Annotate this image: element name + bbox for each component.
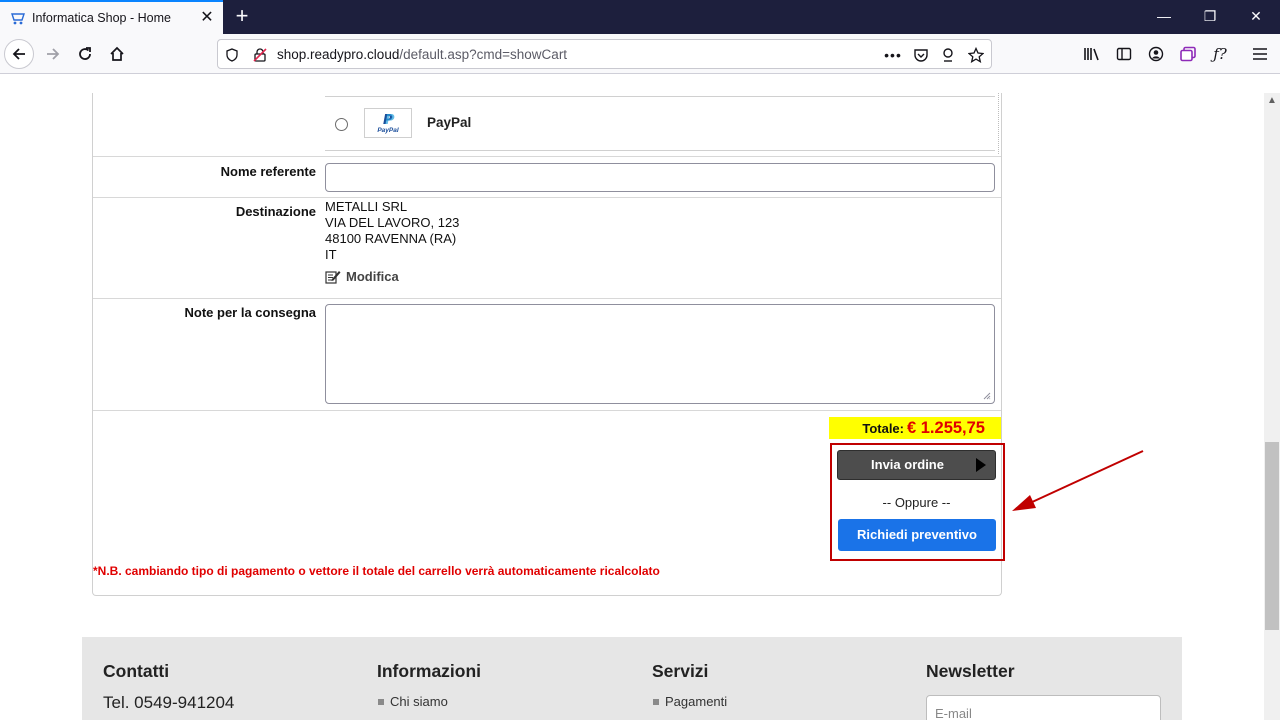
site-footer: Contatti Tel. 0549-941204 Informazioni C…	[82, 637, 1182, 720]
containers-icon[interactable]	[1178, 44, 1198, 64]
sidebar-icon[interactable]	[1114, 44, 1134, 64]
function-extension-icon[interactable]: ƒ?	[1210, 44, 1230, 64]
servizi-title: Servizi	[652, 661, 709, 681]
home-button[interactable]	[102, 39, 132, 69]
pocket-icon[interactable]	[912, 46, 930, 64]
page-actions-icon[interactable]: •••	[884, 46, 902, 64]
url-text: shop.readypro.cloud/default.asp?cmd=show…	[277, 47, 568, 62]
informazioni-title: Informazioni	[377, 661, 482, 681]
navigation-toolbar: shop.readypro.cloud/default.asp?cmd=show…	[0, 34, 1280, 74]
newsletter-email-input[interactable]: E-mail	[926, 695, 1161, 720]
minimize-icon[interactable]: —	[1141, 0, 1187, 34]
hamburger-menu-icon[interactable]	[1250, 44, 1270, 64]
close-tab-icon[interactable]: ✕	[198, 9, 216, 27]
back-button[interactable]	[4, 39, 34, 69]
shop-favicon-icon	[11, 13, 25, 25]
insecure-lock-icon[interactable]	[251, 46, 269, 64]
forward-button[interactable]	[38, 39, 68, 69]
reload-button[interactable]	[70, 39, 100, 69]
bullet-icon	[378, 698, 384, 705]
home-icon	[110, 46, 124, 61]
scrollbar-thumb[interactable]	[1265, 442, 1279, 630]
chi-siamo-link[interactable]: Chi siamo	[378, 694, 448, 709]
account-icon[interactable]	[1146, 44, 1166, 64]
active-tab[interactable]: Informatica Shop - Home ✕	[0, 0, 223, 34]
new-tab-button[interactable]: +	[231, 5, 253, 27]
page-viewport: PP PayPal PayPal Nome referente Destinaz…	[0, 93, 1264, 720]
scroll-up-arrow-icon[interactable]: ▲	[1266, 95, 1278, 107]
close-window-icon[interactable]: ✕	[1233, 0, 1279, 34]
tab-strip: Informatica Shop - Home ✕ + — ❐ ✕	[0, 0, 1280, 34]
url-bar[interactable]: shop.readypro.cloud/default.asp?cmd=show…	[217, 39, 992, 69]
restore-icon[interactable]: ❐	[1187, 0, 1233, 34]
key-icon[interactable]	[939, 46, 957, 64]
bookmark-star-icon[interactable]	[967, 46, 985, 64]
tab-title: Informatica Shop - Home	[32, 11, 171, 25]
back-arrow-icon	[12, 48, 25, 60]
contatti-title: Contatti	[103, 661, 170, 681]
newsletter-title: Newsletter	[926, 661, 1015, 681]
shield-icon[interactable]	[223, 46, 241, 64]
bullet-icon	[653, 698, 659, 705]
annotation-arrow-icon	[1012, 450, 1144, 511]
reload-icon	[79, 47, 91, 60]
telefono: Tel. 0549-941204	[103, 693, 235, 712]
library-icon[interactable]	[1082, 44, 1102, 64]
forward-arrow-icon	[47, 48, 60, 60]
pagamenti-link[interactable]: Pagamenti	[653, 694, 727, 709]
